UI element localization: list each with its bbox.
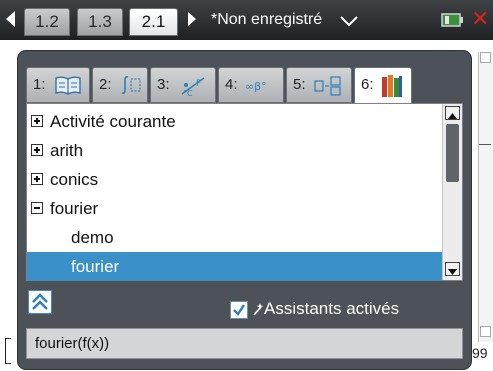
symbols-icon: ∞β° [245, 80, 267, 93]
list-item-label: Activité courante [50, 112, 176, 131]
top-tab-bar: 1.2 1.3 2.1 *Non enregistré ✕ [0, 0, 493, 40]
svg-text:∞β°: ∞β° [245, 80, 267, 93]
list-item-label: conics [50, 170, 99, 189]
catalog-tab-4[interactable]: 4: ∞β° [218, 67, 284, 103]
templates-icon [314, 76, 341, 96]
page-tab-1-3[interactable]: 1.3 [77, 8, 123, 36]
wizard-wand-icon [253, 303, 264, 316]
book-icon [55, 76, 81, 95]
page-tab-2-1[interactable]: 2.1 [129, 8, 178, 36]
list-item-fourier-function[interactable]: fourier [27, 252, 442, 281]
catalog-tab-number: 5: [293, 76, 306, 93]
catalog-tab-5[interactable]: 5: [286, 67, 352, 103]
list-item-fourier-library[interactable]: fourier [27, 194, 442, 223]
catalog-tab-number: 6: [361, 76, 374, 93]
list-scrollbar[interactable] [442, 104, 462, 280]
wizards-checkbox[interactable] [230, 301, 248, 319]
document-scroll-down-button[interactable] [480, 326, 491, 337]
list-item-label: arith [50, 141, 84, 160]
catalog-tab-number: 1: [33, 76, 46, 93]
expand-plus-icon[interactable] [31, 115, 43, 127]
list-item-demo[interactable]: demo [27, 223, 442, 252]
catalog-tab-number: 3: [157, 76, 170, 93]
catalog-list: Activité courante arith conics fourier d… [26, 103, 463, 281]
battery-icon [441, 13, 463, 27]
caret-down-icon [448, 269, 457, 275]
scroll-down-button[interactable] [445, 262, 460, 276]
caret-up-icon [448, 113, 457, 119]
syntax-help-field: fourier(f(x)) [26, 328, 463, 359]
document-scroll-up-button[interactable] [480, 52, 491, 63]
checkmark-icon [233, 304, 245, 316]
list-item-label: fourier [50, 199, 99, 218]
double-chevron-up-icon [32, 293, 48, 310]
collapse-minus-icon[interactable] [31, 202, 43, 214]
document-entry-line [5, 338, 11, 364]
expand-plus-icon[interactable] [31, 173, 43, 185]
catalog-tab-2[interactable]: 2: [92, 67, 148, 103]
catalog-tab-number: 2: [99, 76, 112, 93]
library-icon [382, 75, 402, 97]
scroll-up-button[interactable] [445, 106, 460, 120]
catalog-tab-6[interactable]: 6: [354, 67, 412, 105]
catalog-tab-number: 4: [225, 76, 238, 93]
catalog-dialog: 1: 2: 3: F °C 4: ∞β° 5: 6: Activité cour… [18, 51, 471, 369]
list-item-label: demo [71, 228, 114, 247]
list-item-arith[interactable]: arith [27, 136, 442, 165]
document-scrollbar[interactable] [478, 52, 493, 342]
expand-plus-icon[interactable] [31, 144, 43, 156]
list-item-activite-courante[interactable]: Activité courante [27, 107, 442, 136]
collapse-button[interactable] [28, 290, 52, 314]
close-icon[interactable]: ✕ [471, 9, 491, 31]
integral-icon [121, 76, 141, 94]
list-item-conics[interactable]: conics [27, 165, 442, 194]
scroll-thumb[interactable] [446, 124, 459, 182]
wizards-label: Assistants activés [264, 299, 400, 318]
document-divider [479, 144, 491, 145]
document-title[interactable]: *Non enregistré [211, 9, 322, 31]
next-page-arrow-icon[interactable] [188, 12, 196, 26]
units-icon: F °C [181, 77, 205, 97]
catalog-tab-1[interactable]: 1: [26, 67, 90, 103]
page-tab-1-2[interactable]: 1.2 [24, 8, 70, 36]
previous-page-arrow-icon[interactable] [6, 11, 15, 27]
svg-text:F: F [196, 79, 201, 89]
chevron-down-icon[interactable] [339, 15, 359, 27]
list-item-label: fourier [71, 257, 120, 276]
document-partial-value: 99 [472, 345, 488, 361]
svg-text:°C: °C [183, 89, 193, 97]
catalog-tab-3[interactable]: 3: F °C [150, 67, 216, 103]
